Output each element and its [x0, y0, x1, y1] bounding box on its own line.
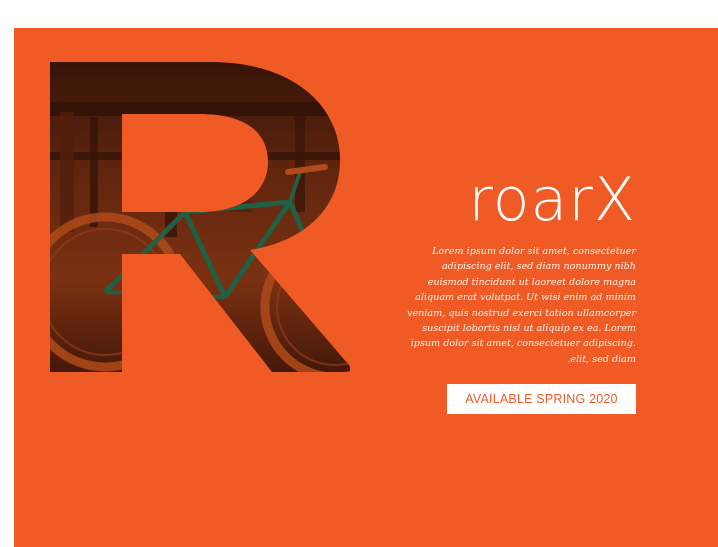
poster-canvas: roarX Lorem ipsum dolor sit amet, consec… [14, 28, 718, 547]
big-letter-r-image [50, 62, 350, 372]
description-text: Lorem ipsum dolor sit amet, consectetuer… [407, 246, 636, 365]
brand-wordmark: roarX [468, 165, 636, 235]
available-spring-2020-button[interactable]: AVAILABLE SPRING 2020 [447, 384, 636, 414]
